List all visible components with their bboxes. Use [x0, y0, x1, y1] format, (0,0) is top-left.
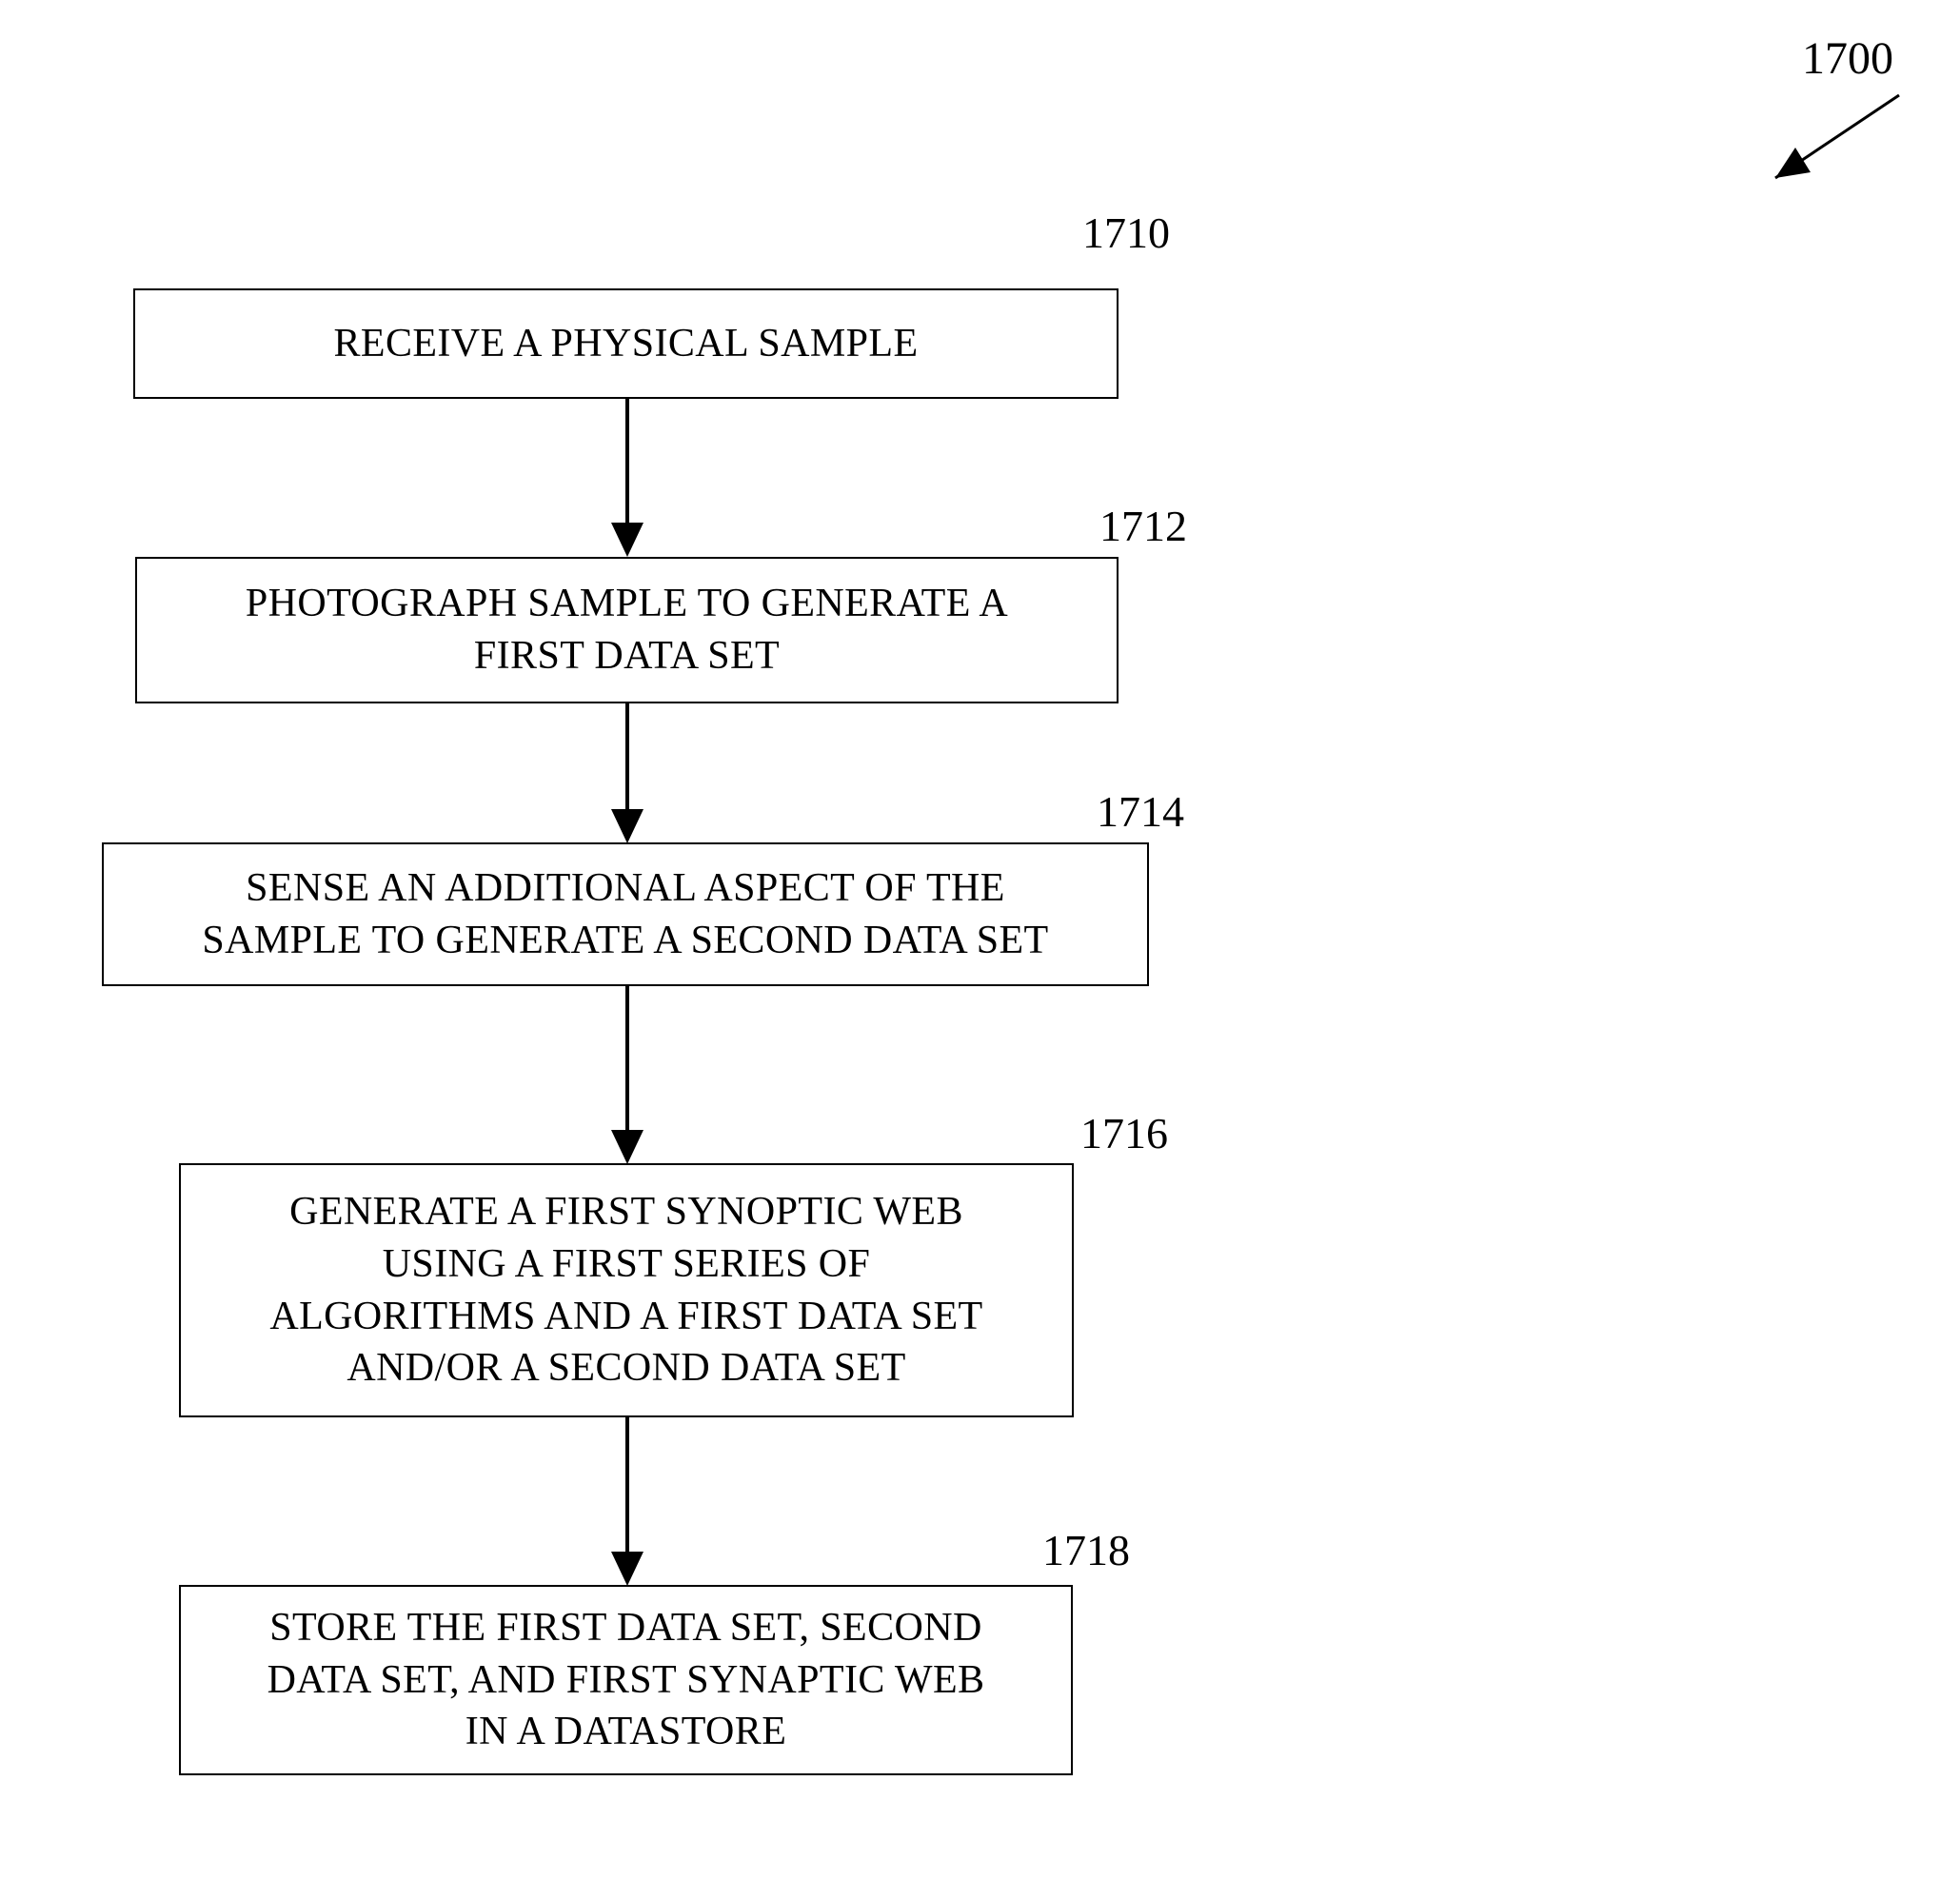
figure-lead-arrow-icon: [1774, 93, 1900, 180]
figure-canvas: 1700 1710 RECEIVE A PHYSICAL SAMPLE 1712…: [0, 0, 1960, 1880]
connector-arrow-1710-to-1712-icon: [611, 398, 643, 557]
figure-reference-numeral: 1700: [1802, 33, 1893, 84]
reference-numeral-1710: 1710: [1082, 208, 1170, 257]
connector-arrow-1716-to-1718-icon: [611, 1417, 643, 1586]
process-step-generate-synoptic-web: GENERATE A FIRST SYNOPTIC WEB USING A FI…: [179, 1163, 1074, 1417]
process-step-text: RECEIVE A PHYSICAL SAMPLE: [333, 321, 919, 366]
process-step-photograph-sample: PHOTOGRAPH SAMPLE TO GENERATE A FIRST DA…: [135, 557, 1119, 703]
reference-numeral-1718: 1718: [1042, 1526, 1130, 1574]
reference-numeral-1716: 1716: [1080, 1109, 1168, 1158]
process-step-text: SENSE AN ADDITIONAL ASPECT OF THE SAMPLE…: [202, 865, 1049, 962]
process-step-store-data: STORE THE FIRST DATA SET, SECOND DATA SE…: [179, 1585, 1073, 1775]
process-step-sense-additional-aspect: SENSE AN ADDITIONAL ASPECT OF THE SAMPLE…: [102, 842, 1149, 986]
process-step-text: GENERATE A FIRST SYNOPTIC WEB USING A FI…: [269, 1190, 983, 1391]
connector-arrow-1712-to-1714-icon: [611, 703, 643, 843]
reference-numeral-1712: 1712: [1099, 502, 1187, 550]
connector-arrow-1714-to-1716-icon: [611, 986, 643, 1164]
process-step-receive-physical-sample: RECEIVE A PHYSICAL SAMPLE: [133, 288, 1119, 399]
process-step-text: STORE THE FIRST DATA SET, SECOND DATA SE…: [267, 1606, 985, 1754]
process-step-text: PHOTOGRAPH SAMPLE TO GENERATE A FIRST DA…: [245, 582, 1009, 678]
reference-numeral-1714: 1714: [1097, 787, 1184, 836]
